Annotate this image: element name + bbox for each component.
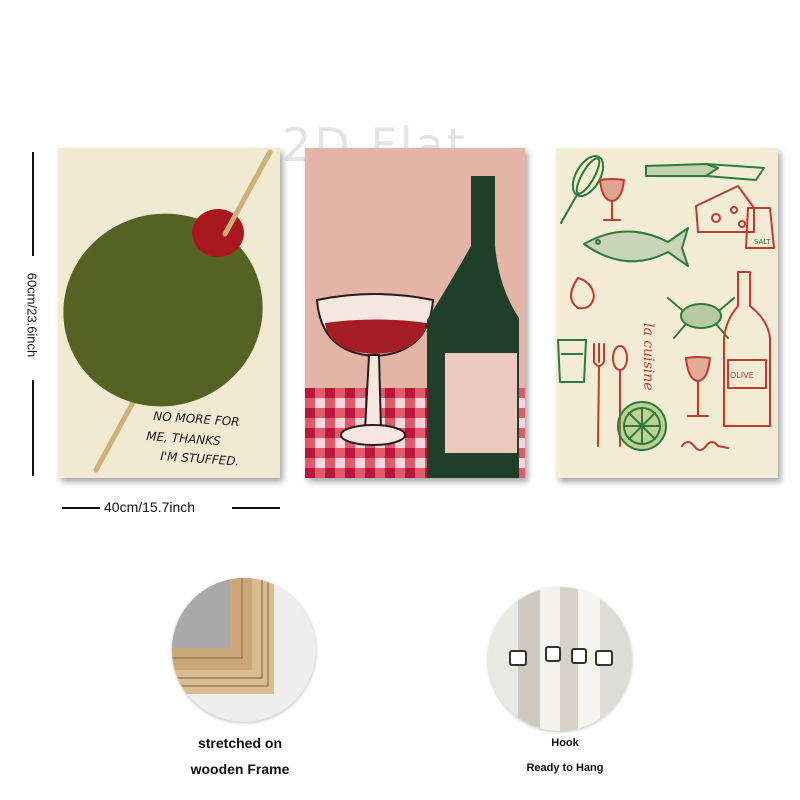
width-dimension-line-left [62,507,100,509]
width-dimension-line-right [232,507,280,509]
height-dimension-line-bottom [32,380,34,476]
frame-caption-line-2: wooden Frame [190,761,290,777]
wine-glass-base [340,424,406,446]
hook-caption: Hook [551,737,579,749]
wine-glass-stem [363,354,383,431]
frame-caption-line-1: stretched on [197,735,282,751]
olive-illustration: NO MORE FOR ME, THANKS I'M STUFFED. [58,148,280,478]
kitchen-illustration: SALT OLIVE la cuisine [556,148,778,478]
canvas-wine-print [305,148,525,478]
hook-detail-icon [488,587,632,731]
height-dimension-label: 60cm/23.6inch [24,268,40,362]
wooden-frame-corner-icon [172,578,316,722]
height-dimension-line-top [32,152,34,256]
la-cuisine-script-text: la cuisine [640,323,656,391]
canvas-kitchen-print: SALT OLIVE la cuisine [556,148,778,478]
canvas-olive-print: NO MORE FOR ME, THANKS I'M STUFFED. [58,148,280,478]
frame-caption: stretched on wooden Frame [170,730,310,782]
ready-to-hang-caption: Ready to Hang [526,762,604,774]
wine-illustration [305,148,525,478]
bottle-label [445,353,517,453]
width-dimension-label: 40cm/15.7inch [104,499,196,515]
olive-label-text: OLIVE [730,371,754,380]
salt-label-text: SALT [754,238,771,246]
citrus-slice-doodle [617,401,667,451]
